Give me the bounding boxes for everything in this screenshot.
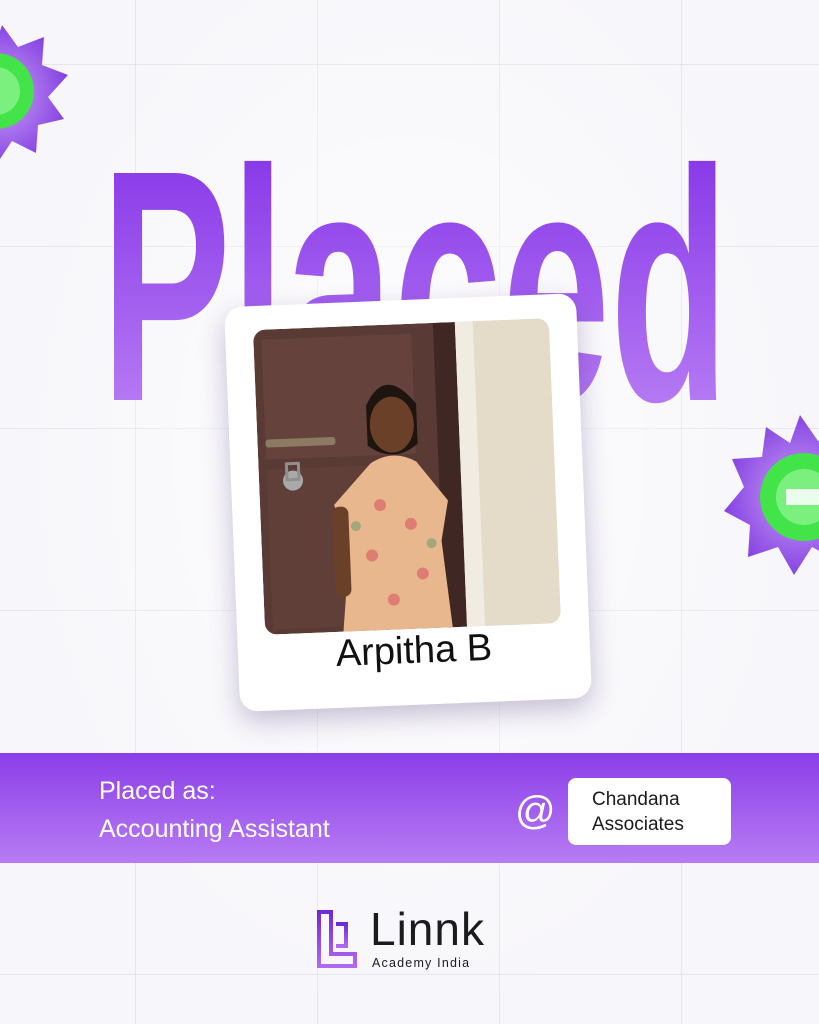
company-name-line1: Chandana bbox=[592, 789, 680, 810]
placement-banner: Placed as: Accounting Assistant @ Chanda… bbox=[0, 753, 819, 863]
company-name-line2: Associates bbox=[592, 814, 684, 835]
at-symbol: @ bbox=[515, 789, 556, 833]
student-photo-card: Arpitha B bbox=[224, 293, 592, 712]
left-badge-icon bbox=[0, 10, 82, 200]
role-label: Placed as: bbox=[99, 777, 216, 805]
poster-canvas: Placed Arpitha B Placed as: Accounting A… bbox=[0, 0, 819, 1024]
role-value: Accounting Assistant bbox=[99, 815, 330, 843]
brand-logo: Linnk Academy India bbox=[316, 903, 516, 970]
brand-name: Linnk bbox=[370, 903, 485, 955]
linnk-logo-icon bbox=[317, 910, 357, 968]
company-box: Chandana Associates bbox=[568, 778, 731, 845]
brand-subtitle: Academy India bbox=[372, 956, 471, 970]
student-photo bbox=[252, 318, 561, 635]
